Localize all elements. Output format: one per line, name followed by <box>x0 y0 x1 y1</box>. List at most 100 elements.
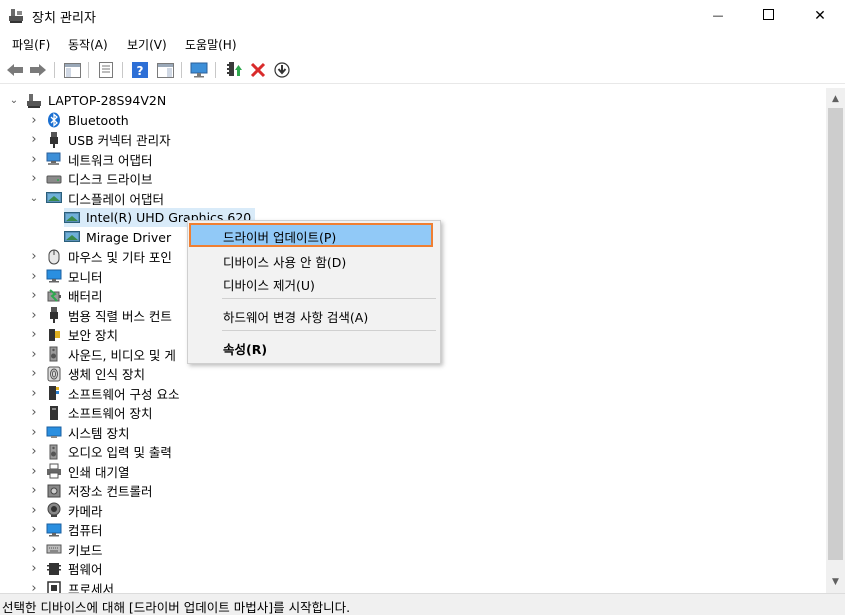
menu-file[interactable]: 파일(F) <box>12 36 50 53</box>
chevron-right-icon[interactable]: › <box>28 542 40 557</box>
speaker-icon <box>46 444 62 460</box>
tree-category-row[interactable]: › 오디오 입력 및 출력 <box>28 442 172 461</box>
status-bar: 선택한 디바이스에 대해 [드라이버 업데이트 마법사]를 시작합니다. <box>0 593 845 615</box>
close-button[interactable]: ✕ <box>797 0 843 31</box>
tree-category-row[interactable]: › USB 커넥터 관리자 <box>28 130 171 149</box>
scroll-up-icon[interactable]: ▲ <box>826 90 845 108</box>
tree-category-row[interactable]: › 시스템 장치 <box>28 423 129 442</box>
menu-action[interactable]: 동작(A) <box>68 36 108 53</box>
menu-item-scan-hardware[interactable]: 하드웨어 변경 사항 검색(A) <box>188 305 440 327</box>
uninstall-device-button[interactable] <box>248 60 268 80</box>
action-pane-button[interactable] <box>155 60 175 80</box>
chevron-right-icon[interactable]: › <box>28 561 40 576</box>
tree-category-row[interactable]: › Bluetooth <box>28 111 129 130</box>
chevron-right-icon[interactable]: › <box>28 503 40 518</box>
chevron-right-icon[interactable]: › <box>28 405 40 420</box>
menu-separator <box>222 330 436 331</box>
tree-category-row[interactable]: › 키보드 <box>28 540 103 559</box>
tree-category-row[interactable]: › 보안 장치 <box>28 325 118 344</box>
tree-item-label: 카메라 <box>68 503 103 519</box>
tree-item-label: 저장소 컨트롤러 <box>68 484 153 499</box>
scrollbar-thumb[interactable] <box>828 108 843 560</box>
tree-category-row[interactable]: › 모니터 <box>28 267 102 286</box>
menu-view[interactable]: 보기(V) <box>127 36 167 53</box>
tree-item-label: 펌웨어 <box>68 562 103 577</box>
bluetooth-icon <box>46 112 62 128</box>
update-driver-button[interactable] <box>224 60 244 80</box>
minimize-button[interactable]: — <box>695 0 741 31</box>
tree-category-row[interactable]: › 프로세서 <box>28 579 115 594</box>
svg-text:?: ? <box>137 64 144 78</box>
menu-item-properties[interactable]: 속성(R) <box>188 337 440 359</box>
console-tree-icon <box>63 62 81 78</box>
menu-item-uninstall-device[interactable]: 디바이스 제거(U) <box>188 273 440 295</box>
chevron-right-icon[interactable]: › <box>28 386 40 401</box>
chevron-right-icon[interactable]: › <box>28 522 40 537</box>
tree-category-row[interactable]: › 배터리 <box>28 286 102 305</box>
display-adapter-icon <box>64 210 80 226</box>
chevron-right-icon[interactable]: › <box>28 366 40 381</box>
speaker-icon <box>46 346 62 362</box>
printer-icon <box>46 463 62 479</box>
chevron-right-icon[interactable]: › <box>28 269 40 284</box>
tree-category-row[interactable]: › 컴퓨터 <box>28 520 102 539</box>
tree-category-row[interactable]: › 범용 직렬 버스 컨트 <box>28 306 172 325</box>
chevron-right-icon[interactable]: › <box>28 152 40 167</box>
chevron-right-icon[interactable]: › <box>28 249 40 264</box>
properties-icon <box>99 62 113 78</box>
tree-item-label: 생체 인식 장치 <box>68 367 145 382</box>
vertical-scrollbar[interactable]: ▲ ▼ <box>826 88 845 593</box>
tree-category-row[interactable]: › 카메라 <box>28 501 103 520</box>
scan-hardware-button[interactable] <box>189 60 209 80</box>
tree-item-label: 프로세서 <box>68 581 115 594</box>
tree-category-row[interactable]: › 네트워크 어댑터 <box>28 150 152 169</box>
menu-item-update-driver[interactable]: 드라이버 업데이트(P) <box>188 225 440 247</box>
forward-button[interactable] <box>28 60 48 80</box>
properties-button[interactable] <box>96 60 116 80</box>
chevron-right-icon[interactable]: › <box>28 132 40 147</box>
tree-device-row[interactable]: Mirage Driver <box>64 228 171 247</box>
chevron-right-icon[interactable]: › <box>28 113 40 128</box>
toolbar-separator <box>54 62 55 78</box>
help-button[interactable]: ? <box>130 60 150 80</box>
tree-category-row[interactable]: › 디스크 드라이브 <box>28 169 152 188</box>
tree-category-row[interactable]: › 펌웨어 <box>28 559 103 578</box>
maximize-button[interactable] <box>745 0 791 31</box>
tree-category-row[interactable]: › 소프트웨어 장치 <box>28 403 152 422</box>
tree-category-row[interactable]: › 마우스 및 기타 포인 <box>28 247 172 266</box>
toolbar: ? <box>0 57 845 84</box>
chevron-down-icon[interactable]: ⌄ <box>28 193 40 204</box>
chevron-right-icon[interactable]: › <box>28 483 40 498</box>
chevron-right-icon[interactable]: › <box>28 581 40 594</box>
tree-item-label: 키보드 <box>68 542 103 558</box>
chevron-right-icon[interactable]: › <box>28 464 40 479</box>
tree-item-label: 인쇄 대기열 <box>68 464 130 480</box>
chevron-right-icon[interactable]: › <box>28 171 40 186</box>
tree-root[interactable]: ⌄ LAPTOP-28S94V2N <box>8 91 166 110</box>
tree-category-row[interactable]: ⌄ 디스플레이 어댑터 <box>28 189 164 208</box>
tree-category-row[interactable]: › 사운드, 비디오 및 게 <box>28 345 176 364</box>
tree-item-label: 오디오 입력 및 출력 <box>68 445 172 460</box>
chevron-right-icon[interactable]: › <box>28 444 40 459</box>
tree-category-row[interactable]: › 저장소 컨트롤러 <box>28 481 152 500</box>
tree-category-row[interactable]: › 인쇄 대기열 <box>28 462 129 481</box>
menu-help[interactable]: 도움말(H) <box>185 36 237 53</box>
window-title: 장치 관리자 <box>32 11 96 26</box>
chevron-down-icon[interactable]: ⌄ <box>8 95 20 106</box>
tree-category-row[interactable]: › 생체 인식 장치 <box>28 364 145 383</box>
mouse-icon <box>46 249 62 265</box>
back-button[interactable] <box>5 60 25 80</box>
chevron-right-icon[interactable]: › <box>28 327 40 342</box>
scroll-down-icon[interactable]: ▼ <box>826 573 845 591</box>
chevron-right-icon[interactable]: › <box>28 288 40 303</box>
menu-item-disable-device[interactable]: 디바이스 사용 안 함(D) <box>188 250 440 272</box>
tree-item-label: 사운드, 비디오 및 게 <box>68 347 176 363</box>
chevron-right-icon[interactable]: › <box>28 347 40 362</box>
chevron-right-icon[interactable]: › <box>28 308 40 323</box>
tree-category-row[interactable]: › 소프트웨어 구성 요소 <box>28 384 179 403</box>
tree-item-label: 소프트웨어 구성 요소 <box>68 386 180 402</box>
tree-item-label: 범용 직렬 버스 컨트 <box>68 308 172 324</box>
show-hide-console-tree-button[interactable] <box>62 60 82 80</box>
disable-device-button[interactable] <box>272 60 292 80</box>
chevron-right-icon[interactable]: › <box>28 425 40 440</box>
